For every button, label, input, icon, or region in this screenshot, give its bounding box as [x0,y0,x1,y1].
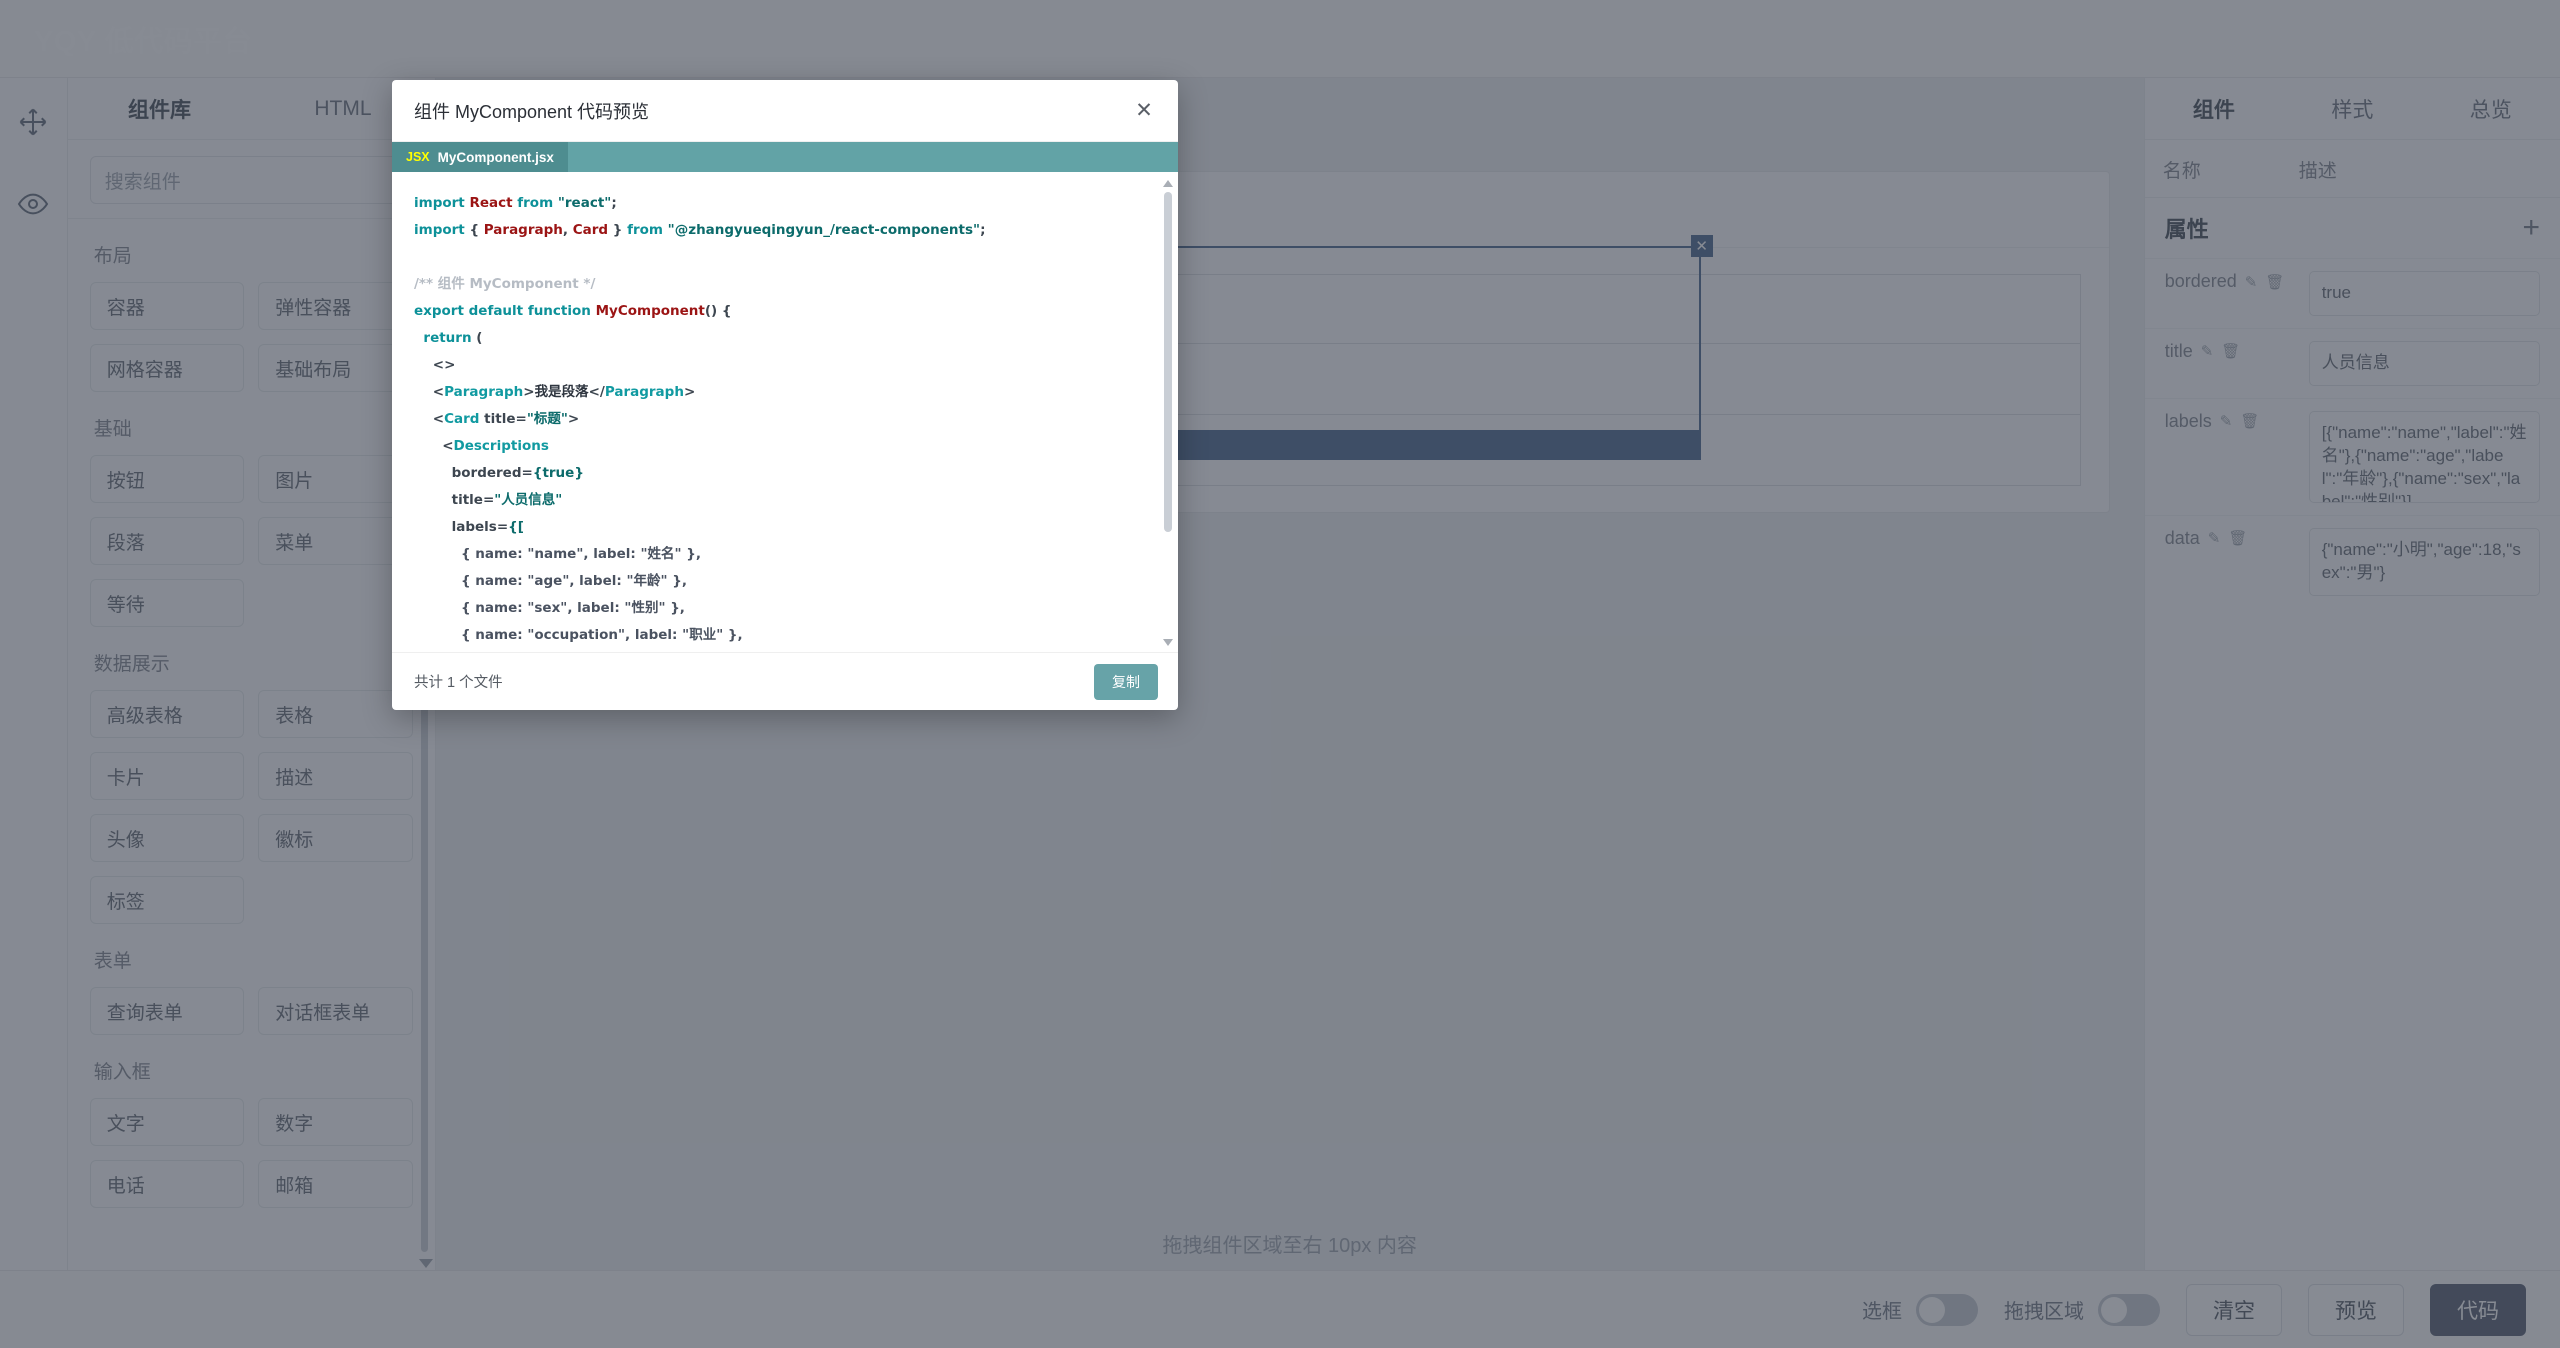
code-token: { name: "name", label: "姓名" }, [414,546,701,562]
code-token: Card [572,222,609,238]
code-line: <Card title="标题"> [414,406,1156,433]
code-line: title="人员信息" [414,487,1156,514]
code-line: ]} [414,649,1156,652]
code-token: "标题" [526,411,568,427]
code-token: { name: "sex", label: "性别" }, [414,600,685,616]
code-line: export default function MyComponent() { [414,298,1156,325]
code-token: = [482,492,495,508]
code-token: < [414,411,445,427]
file-tab-label: MyComponent.jsx [437,149,554,165]
scrollbar-thumb[interactable] [1164,192,1172,532]
code-line: <Paragraph>我是段落</Paragraph> [414,379,1156,406]
code-scrollbar[interactable] [1163,180,1173,646]
dialog-title: 组件 MyComponent 代码预览 [414,101,650,122]
code-viewer[interactable]: import React from "react"; import { Parag… [392,172,1178,652]
code-line: { name: "occupation", label: "职业" }, [414,622,1156,649]
code-line: return ( [414,325,1156,352]
code-token: labels [451,519,497,535]
code-line: import { Paragraph, Card } from "@zhangy… [414,217,1156,244]
scroll-up-arrow-icon[interactable] [1163,180,1173,187]
code-token: <> [414,357,456,373]
code-token: ; [611,195,617,211]
code-token: return [423,330,472,346]
file-tab[interactable]: JSX MyComponent.jsx [392,142,568,172]
code-token: from [627,222,663,238]
code-token: bordered [451,465,522,481]
code-line: import React from "react"; [414,190,1156,217]
code-token: { [464,222,484,238]
code-line: <Descriptions [414,433,1156,460]
code-token: = [515,411,527,427]
modal-overlay[interactable] [0,0,2560,1348]
code-token: title [451,492,483,508]
code-line: <> [414,352,1156,379]
code-token: import [414,222,465,238]
code-token: () { [704,303,732,319]
code-line: { name: "age", label: "年龄" }, [414,568,1156,595]
code-token: "@zhangyueqingyun_/react-components" [667,222,981,238]
code-line: /** 组件 MyComponent */ [414,271,1156,298]
code-token: } [608,222,628,238]
code-token: Card [444,411,480,427]
code-token: = [496,519,509,535]
code-token: > [683,384,696,400]
code-token: export [414,303,464,319]
code-token: < [414,438,454,454]
code-token: < [414,384,445,400]
file-count-label: 共计 1 个文件 [414,675,503,691]
code-token: React [469,195,513,211]
code-line: { name: "name", label: "姓名" }, [414,541,1156,568]
close-icon[interactable]: ✕ [1130,97,1158,125]
dialog-footer: 共计 1 个文件 复制 [392,652,1178,710]
code-line: { name: "sex", label: "性别" }, [414,595,1156,622]
code-content: import React from "react"; import { Parag… [392,172,1178,652]
code-token: ( [471,330,483,346]
code-token: from [517,195,554,211]
code-token: Descriptions [453,438,549,454]
code-token: > [523,384,535,400]
code-token: </ [588,384,605,400]
code-line: bordered={true} [414,460,1156,487]
code-token: title [484,411,516,427]
scroll-down-arrow-icon[interactable] [1163,639,1173,646]
jsx-badge: JSX [406,150,430,164]
code-token: "人员信息" [494,492,563,508]
copy-button[interactable]: 复制 [1094,663,1158,700]
code-token: Paragraph [444,384,524,400]
code-token: { name: "occupation", label: "职业" }, [414,627,743,643]
code-token: > [567,411,580,427]
code-token: Paragraph [483,222,563,238]
code-line: labels={[ [414,514,1156,541]
code-token: import [414,195,465,211]
file-tab-bar: JSX MyComponent.jsx [392,142,1178,172]
code-token: Paragraph [604,384,684,400]
code-token: MyComponent [595,303,705,319]
code-token: { name: "age", label: "年龄" }, [414,573,687,589]
code-token: "react" [557,195,612,211]
code-token: function [527,303,591,319]
code-token: ; [980,222,986,238]
dialog-header: 组件 MyComponent 代码预览 ✕ [392,80,1178,142]
code-token: {[ [508,519,524,535]
code-token: 我是段落 [534,384,589,400]
code-token: /** 组件 MyComponent */ [414,276,596,292]
code-preview-dialog: 组件 MyComponent 代码预览 ✕ JSX MyComponent.js… [392,80,1178,710]
code-token: default [468,303,524,319]
code-token: {true} [532,465,584,481]
code-token: = [521,465,533,481]
